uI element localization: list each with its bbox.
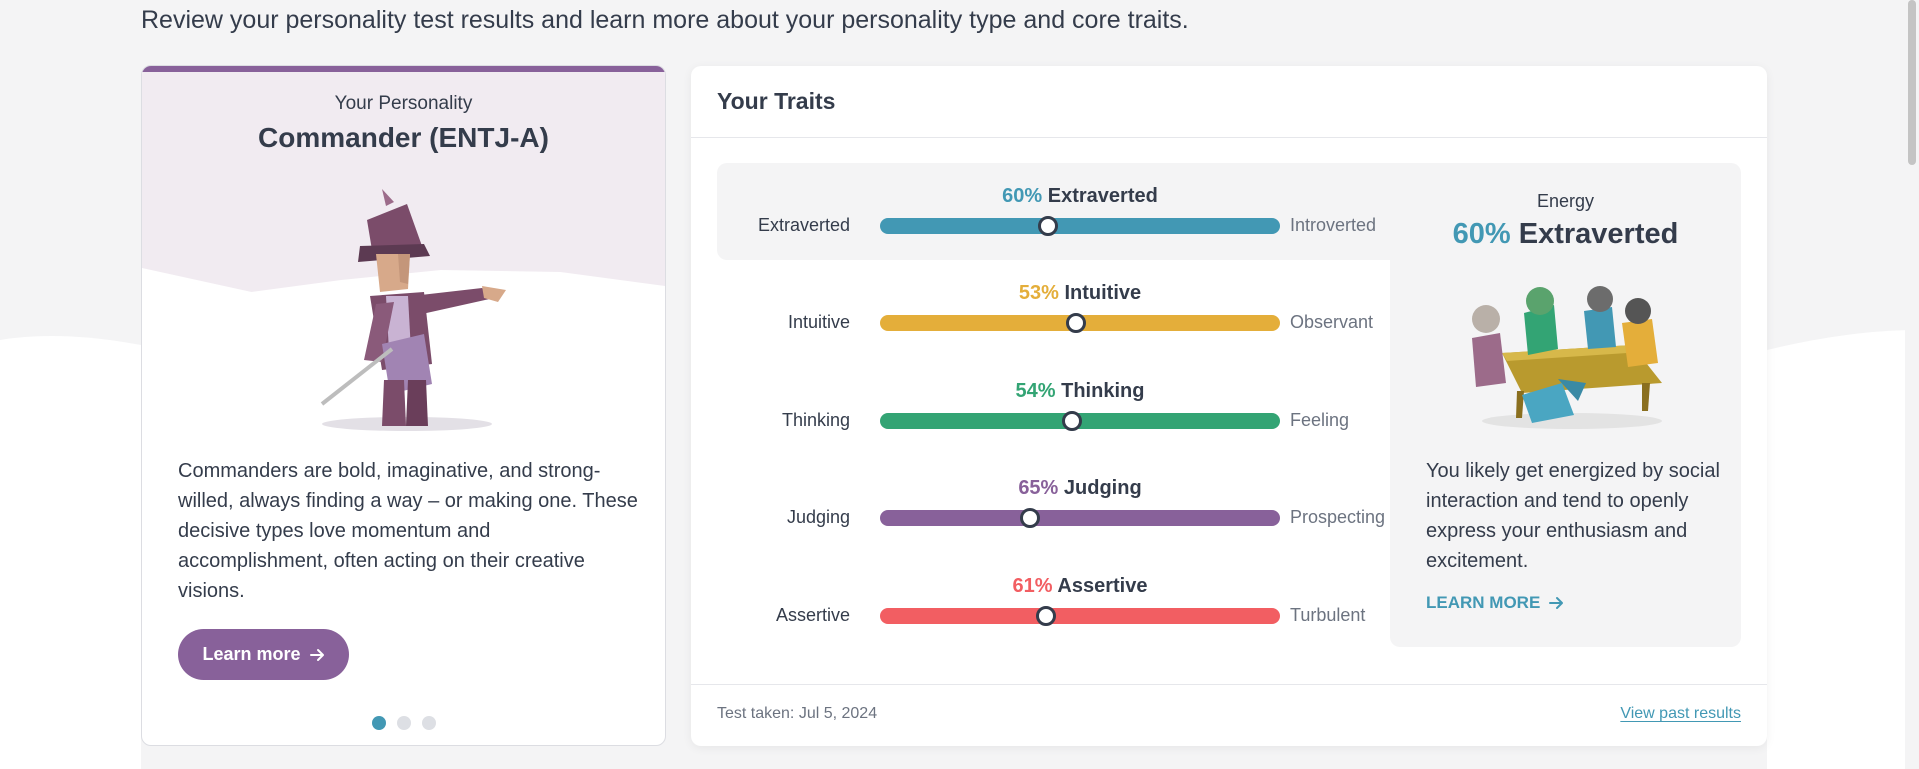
trait-bar <box>880 510 1280 526</box>
trait-name: Extraverted <box>1047 185 1158 207</box>
energy-label: Energy <box>1536 191 1595 211</box>
commander-illustration <box>320 189 506 431</box>
arrow-right-icon <box>309 648 324 661</box>
trait-left-label: Thinking <box>781 410 850 430</box>
test-taken-date: Test taken: Jul 5, 2024 <box>717 705 878 722</box>
trait-heading: 53% Intuitive <box>880 282 1280 305</box>
energy-learn-more-link[interactable]: LEARN MORE <box>1426 593 1564 613</box>
trait-knob <box>1066 313 1086 333</box>
trait-percent: 61% <box>1012 575 1053 597</box>
energy-description: You likely get energized by social inter… <box>1426 460 1720 572</box>
trait-heading: 60% Extraverted <box>880 185 1280 208</box>
carousel-dot-2[interactable] <box>397 716 411 730</box>
trait-name: Judging <box>1063 477 1142 499</box>
trait-bar <box>880 218 1280 234</box>
trait-knob <box>1038 216 1058 236</box>
trait-left-label: Judging <box>786 507 850 527</box>
trait-knob <box>1020 508 1040 528</box>
trait-right-label: Introverted <box>1290 215 1377 235</box>
trait-right-label: Observant <box>1290 312 1374 332</box>
scrollbar-thumb[interactable] <box>1908 0 1916 165</box>
trait-right-label: Feeling <box>1290 410 1350 430</box>
energy-type: Extraverted <box>1518 218 1679 250</box>
trait-row[interactable]: 60% Extraverted Extraverted Introverted <box>717 185 1417 255</box>
page-intro: Review your personality test results and… <box>141 6 1189 34</box>
arrow-right-icon <box>1549 597 1564 609</box>
traits-header: Your Traits <box>691 66 1767 138</box>
trait-percent: 65% <box>1018 477 1059 499</box>
view-past-results-link[interactable]: View past results <box>1620 705 1741 723</box>
trait-heading: 54% Thinking <box>880 380 1280 403</box>
traits-card: Your Traits 60% Extraverted Extraverted In… <box>691 66 1767 746</box>
trait-bar <box>880 608 1280 624</box>
trait-percent: 54% <box>1015 380 1056 402</box>
extravert-illustration <box>1472 286 1662 429</box>
energy-learn-more-label: LEARN MORE <box>1426 593 1541 612</box>
carousel-dot-3[interactable] <box>422 716 436 730</box>
trait-right-label: Turbulent <box>1290 605 1366 625</box>
trait-knob <box>1036 606 1056 626</box>
trait-row[interactable]: 61% Assertive Assertive Turbulent <box>717 575 1417 645</box>
carousel-dots <box>372 716 436 730</box>
trait-knob <box>1062 411 1082 431</box>
personality-title: Commander (ENTJ-A) <box>258 122 549 153</box>
trait-name: Intuitive <box>1064 282 1142 304</box>
energy-percent: 60% <box>1452 218 1511 250</box>
traits-footer: Test taken: Jul 5, 2024 View past result… <box>691 684 1767 746</box>
energy-value: 60% Extraverted <box>1390 218 1741 251</box>
trait-left-label: Assertive <box>775 605 850 625</box>
trait-right-label: Prospecting <box>1290 507 1386 527</box>
traits-title: Your Traits <box>717 88 836 114</box>
trait-heading: 61% Assertive <box>880 575 1280 598</box>
energy-panel: Energy 60% Extraverted You likely get en… <box>1390 163 1741 647</box>
trait-percent: 53% <box>1018 282 1059 304</box>
trait-heading: 65% Judging <box>880 477 1280 500</box>
trait-row[interactable]: 54% Thinking Thinking Feeling <box>717 380 1417 450</box>
personality-kicker: Your Personality <box>334 93 473 114</box>
trait-left-label: Extraverted <box>757 215 850 235</box>
personality-description: Commanders are bold, imaginative, and st… <box>178 460 638 602</box>
trait-row[interactable]: 53% Intuitive Intuitive Observant <box>717 282 1417 352</box>
carousel-dot-1[interactable] <box>372 716 386 730</box>
learn-more-label: Learn more <box>202 644 301 664</box>
personality-card: Your Personality Commander (ENTJ-A) Comm… <box>141 65 666 746</box>
trait-name: Thinking <box>1061 380 1145 402</box>
trait-percent: 60% <box>1002 185 1043 207</box>
page-scrollbar[interactable] <box>1905 0 1919 769</box>
learn-more-button[interactable]: Learn more <box>178 629 349 680</box>
trait-row[interactable]: 65% Judging Judging Prospecting <box>717 477 1417 547</box>
trait-name: Assertive <box>1057 575 1148 597</box>
trait-left-label: Intuitive <box>787 312 850 332</box>
